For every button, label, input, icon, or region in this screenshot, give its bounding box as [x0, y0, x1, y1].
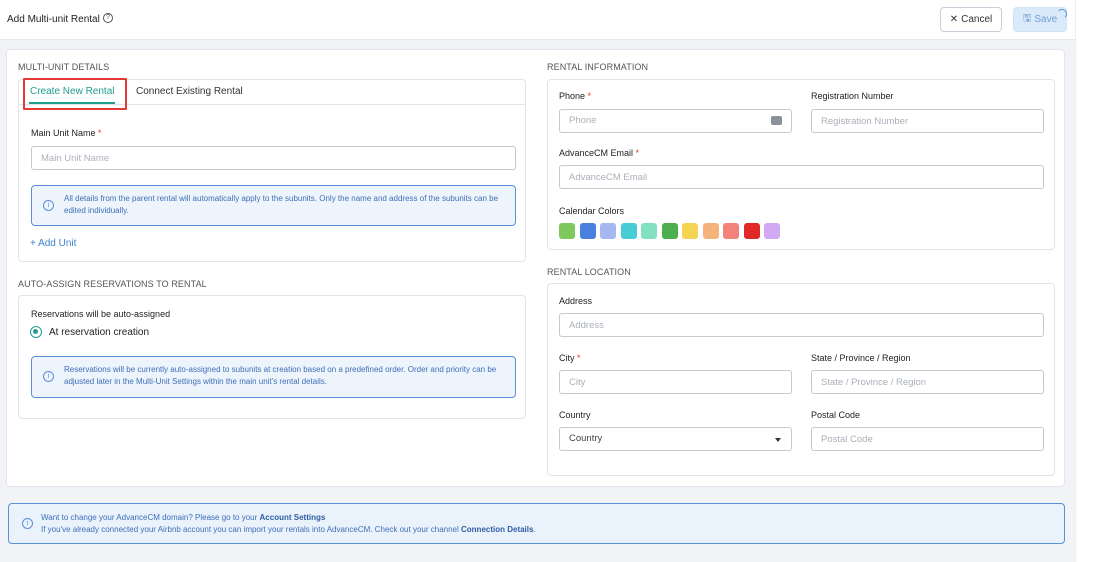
- rental-location-section-title: RENTAL LOCATION: [547, 267, 631, 277]
- scrollbar[interactable]: [1075, 0, 1093, 562]
- auto-assign-box: Reservations will be auto-assigned At re…: [18, 295, 526, 419]
- reservation-creation-label[interactable]: At reservation creation: [49, 327, 149, 338]
- footer-line-1-text: Want to change your AdvanceCM domain? Pl…: [41, 513, 258, 522]
- calendar-color-swatch[interactable]: [764, 223, 780, 239]
- address-label: Address: [559, 296, 593, 306]
- city-input[interactable]: [559, 370, 792, 394]
- auto-assign-info-box: i Reservations will be currently auto-as…: [31, 356, 516, 398]
- required-marker: *: [587, 91, 592, 101]
- footer-info-box: i Want to change your AdvanceCM domain? …: [8, 503, 1065, 544]
- plus-icon: +: [30, 238, 39, 249]
- page-title: Add Multi-unit Rental: [7, 14, 100, 25]
- tab-connect-existing-rental[interactable]: Connect Existing Rental: [136, 86, 243, 97]
- tab-highlight-box: [23, 78, 127, 110]
- main-card: MULTI-UNIT DETAILS Create New Rental Con…: [6, 49, 1065, 487]
- footer-line-1: Want to change your AdvanceCM domain? Pl…: [41, 512, 325, 524]
- email-label-text: AdvanceCM Email: [559, 148, 634, 158]
- address-input[interactable]: [559, 313, 1044, 337]
- rental-location-box: Address City * State / Province / Region…: [547, 283, 1055, 476]
- city-label: City *: [559, 353, 581, 363]
- calendar-color-swatch[interactable]: [723, 223, 739, 239]
- email-input[interactable]: [559, 165, 1044, 189]
- close-icon: ✕: [949, 14, 959, 25]
- postal-code-label: Postal Code: [811, 410, 861, 420]
- main-unit-label-text: Main Unit Name: [31, 128, 96, 138]
- info-icon: i: [43, 200, 54, 211]
- calendar-colors-label: Calendar Colors: [559, 206, 625, 216]
- cancel-button[interactable]: ✕ Cancel: [940, 7, 1002, 32]
- save-label: Save: [1034, 14, 1058, 25]
- required-marker: *: [98, 128, 102, 138]
- phone-input[interactable]: Phone: [559, 109, 792, 133]
- loading-spinner-icon: [1057, 9, 1067, 19]
- calendar-color-swatch[interactable]: [579, 223, 596, 239]
- subunits-info-box: i All details from the parent rental wil…: [31, 185, 516, 226]
- info-icon: i: [22, 518, 33, 529]
- calendar-color-swatch[interactable]: [600, 223, 616, 239]
- state-input[interactable]: [811, 370, 1044, 394]
- main-unit-name-input[interactable]: [31, 146, 516, 170]
- calendar-color-swatch[interactable]: [559, 223, 575, 239]
- calendar-color-swatch[interactable]: [620, 223, 637, 239]
- phone-country-icon[interactable]: [771, 116, 782, 125]
- phone-label: Phone *: [559, 91, 591, 101]
- calendar-color-swatch[interactable]: [641, 223, 657, 239]
- calendar-color-swatch[interactable]: [702, 223, 719, 239]
- auto-assign-info-text: Reservations will be currently auto-assi…: [64, 365, 497, 386]
- calendar-color-swatch[interactable]: [682, 223, 698, 239]
- save-icon: 🖫: [1022, 13, 1032, 24]
- footer-line-2: If you've already connected your Airbnb …: [41, 524, 536, 536]
- multi-unit-box: Create New Rental Connect Existing Renta…: [18, 78, 526, 262]
- auto-assign-section-title: AUTO-ASSIGN RESERVATIONS TO RENTAL: [18, 279, 207, 289]
- email-label: AdvanceCM Email *: [559, 148, 639, 158]
- footer-line-2-end: .: [533, 525, 536, 534]
- calendar-color-swatch[interactable]: [743, 223, 760, 239]
- registration-number-label: Registration Number: [811, 91, 894, 101]
- postal-code-input[interactable]: [811, 427, 1044, 451]
- footer-line-2-text: If you've already connected your Airbnb …: [41, 525, 459, 534]
- state-label: State / Province / Region: [811, 353, 911, 363]
- multi-unit-section-title: MULTI-UNIT DETAILS: [18, 62, 110, 72]
- subunits-info-text: All details from the parent rental will …: [64, 194, 499, 215]
- required-marker: *: [635, 148, 640, 158]
- country-label: Country: [559, 410, 591, 420]
- calendar-color-swatch[interactable]: [661, 223, 678, 239]
- phone-label-text: Phone: [559, 91, 586, 101]
- registration-number-input[interactable]: [811, 109, 1044, 133]
- main-unit-label: Main Unit Name *: [31, 128, 102, 138]
- rental-information-box: Phone * Phone Registration Number Advanc…: [547, 79, 1055, 250]
- phone-placeholder: Phone: [569, 115, 597, 126]
- auto-assign-label: Reservations will be auto-assigned: [31, 309, 171, 319]
- account-settings-link[interactable]: Account Settings: [260, 513, 326, 522]
- connection-details-link[interactable]: Connection Details: [461, 525, 533, 534]
- required-marker: *: [577, 353, 581, 363]
- help-icon[interactable]: ?: [103, 13, 113, 23]
- country-select-value: Country: [569, 433, 603, 444]
- reservation-creation-radio[interactable]: [30, 326, 42, 338]
- rental-information-section-title: RENTAL INFORMATION: [547, 62, 649, 72]
- add-unit-button[interactable]: + Add Unit: [30, 238, 76, 249]
- city-label-text: City: [559, 353, 575, 363]
- country-select[interactable]: Country: [559, 427, 792, 451]
- chevron-down-icon: [775, 438, 781, 442]
- info-icon: i: [43, 371, 54, 382]
- cancel-label: Cancel: [961, 14, 993, 25]
- add-unit-label: Add Unit: [38, 238, 77, 249]
- top-bar: Add Multi-unit Rental ? ✕ Cancel 🖫 Save: [0, 0, 1075, 40]
